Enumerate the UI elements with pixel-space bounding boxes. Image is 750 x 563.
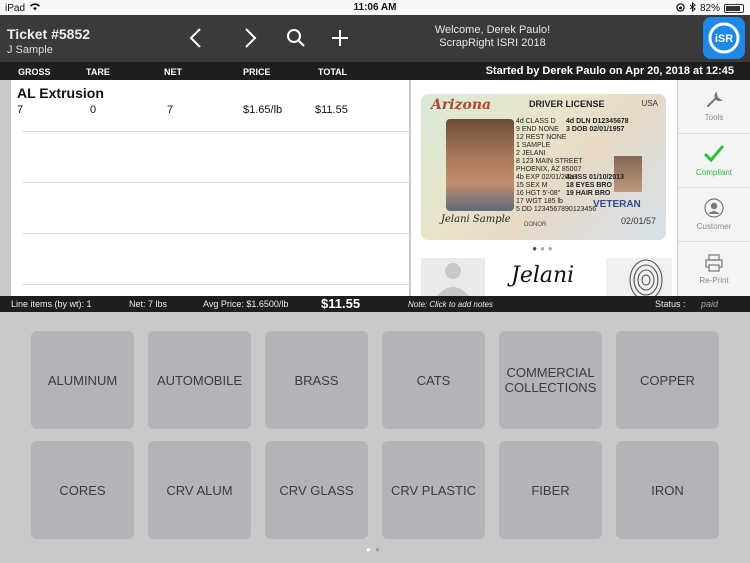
line-item-total: $11.55	[315, 104, 348, 116]
status-label: Status :	[655, 299, 686, 309]
line-item-name: AL Extrusion	[17, 85, 104, 101]
checkmark-icon	[703, 145, 725, 163]
material-category-grid: ALUMINUM AUTOMOBILE BRASS CATS COMMERCIA…	[31, 331, 721, 539]
category-iron[interactable]: IRON	[616, 441, 719, 539]
column-net: NET	[164, 67, 182, 77]
license-veteran: VETERAN	[593, 199, 641, 210]
customer-button[interactable]: Customer	[678, 188, 750, 242]
status-value: paid	[701, 299, 719, 309]
column-total: TOTAL	[318, 67, 348, 77]
fingerprint-thumbnail[interactable]	[606, 258, 672, 301]
wrench-icon	[707, 91, 723, 107]
line-item-net: 7	[167, 104, 174, 116]
row-divider	[22, 233, 409, 234]
previous-ticket-button[interactable]	[180, 23, 210, 53]
clock: 11:06 AM	[353, 2, 397, 13]
customer-photo-thumbnail[interactable]	[421, 258, 485, 296]
line-items-column-header: GROSS TARE NET PRICE TOTAL Started by De…	[0, 62, 750, 80]
line-item-price: $1.65/lb	[243, 104, 283, 116]
category-brass[interactable]: BRASS	[265, 331, 368, 429]
row-divider	[22, 182, 409, 183]
category-aluminum[interactable]: ALUMINUM	[31, 331, 134, 429]
battery-percent: 82%	[699, 3, 720, 14]
category-commercial-collections[interactable]: COMMERCIAL COLLECTIONS	[499, 331, 602, 429]
license-state: Arizona	[431, 97, 492, 113]
bluetooth-icon	[689, 1, 696, 15]
chevron-right-icon	[245, 28, 257, 48]
chevron-left-icon	[189, 28, 201, 48]
category-crv-plastic[interactable]: CRV PLASTIC	[382, 441, 485, 539]
category-crv-glass[interactable]: CRV GLASS	[265, 441, 368, 539]
tools-button[interactable]: Tools	[678, 80, 750, 134]
search-button[interactable]	[281, 23, 311, 53]
category-cores[interactable]: CORES	[31, 441, 134, 539]
category-fiber[interactable]: FIBER	[499, 441, 602, 539]
license-signature: Jelani Sample	[441, 214, 511, 225]
license-date-small: 02/01/57	[621, 216, 657, 226]
column-gross: GROSS	[18, 67, 51, 77]
ticket-title: Ticket #5852	[7, 26, 91, 42]
line-item-gross: 7	[17, 104, 24, 116]
summary-line-items: Line items (by wt): 1	[11, 299, 92, 309]
summary-net: Net: 7 lbs	[129, 299, 168, 309]
category-copper[interactable]: COPPER	[616, 331, 719, 429]
ticket-started-info: Started by Derek Paulo on Apr 20, 2018 a…	[485, 65, 734, 77]
ios-status-bar: iPad 11:06 AM 82%	[0, 0, 750, 15]
photo-pager[interactable]: ●●●	[411, 244, 677, 253]
app-header: Ticket #5852 J Sample Welcome, Derek Pau…	[0, 15, 750, 62]
category-automobile[interactable]: AUTOMOBILE	[148, 331, 251, 429]
orientation-lock-icon	[676, 2, 685, 15]
welcome-message: Welcome, Derek Paulo! ScrapRight ISRI 20…	[400, 24, 585, 50]
battery-icon	[724, 4, 744, 13]
svg-text:iSR: iSR	[715, 33, 733, 45]
tools-label: Tools	[704, 113, 724, 122]
summary-total: $11.55	[321, 296, 361, 311]
next-ticket-button[interactable]	[236, 23, 266, 53]
category-cats[interactable]: CATS	[382, 331, 485, 429]
customer-id-panel: Arizona DRIVER LICENSE USA 4d CLASS D 9 …	[411, 80, 677, 301]
summary-avg-price: Avg Price: $1.6500/lb	[203, 299, 289, 309]
isr-logo-icon: iSR	[708, 22, 740, 54]
row-divider	[22, 284, 409, 285]
app-logo[interactable]: iSR	[703, 17, 745, 59]
column-price: PRICE	[243, 67, 271, 77]
column-tare: TARE	[86, 67, 110, 77]
license-fields-right: 4d DLN D12345678 3 DOB 02/01/1957 4a ISS…	[566, 118, 629, 197]
app-version: ScrapRight ISRI 2018	[439, 37, 546, 49]
plus-icon	[332, 30, 348, 46]
license-country: USA	[641, 99, 658, 108]
signature-thumbnail[interactable]: Jelani	[497, 258, 604, 296]
license-photo	[446, 119, 514, 211]
license-type: DRIVER LICENSE	[529, 99, 605, 109]
row-divider	[22, 131, 409, 132]
category-page-indicator[interactable]: ●●	[0, 545, 750, 554]
add-button[interactable]	[325, 23, 355, 53]
ticket-summary-bar: Line items (by wt): 1 Net: 7 lbs Avg Pri…	[0, 296, 750, 312]
reprint-label: Re-Print	[699, 275, 729, 285]
printer-icon	[705, 253, 723, 272]
fingerprint-icon	[629, 259, 663, 301]
customer-icon	[704, 198, 724, 218]
compliant-label: Compliant	[695, 168, 732, 177]
line-items-panel: AL Extrusion 7 0 7 $1.65/lb $11.55	[11, 80, 409, 296]
customer-label: Customer	[696, 222, 732, 231]
welcome-user: Welcome, Derek Paulo!	[434, 24, 551, 36]
driver-license-image[interactable]: Arizona DRIVER LICENSE USA 4d CLASS D 9 …	[421, 94, 666, 240]
compliant-button[interactable]: Compliant	[678, 134, 750, 188]
add-note-link[interactable]: Note: Click to add notes	[408, 300, 493, 309]
person-placeholder-icon	[437, 263, 469, 296]
license-donor: DONOR	[524, 222, 547, 228]
line-item-tare: 0	[90, 104, 97, 116]
reprint-button[interactable]: Re-Print	[678, 242, 750, 296]
side-action-bar: Tools Compliant Customer Re-Print	[678, 80, 750, 296]
attachment-thumbnails: Jelani	[421, 258, 677, 301]
category-crv-alum[interactable]: CRV ALUM	[148, 441, 251, 539]
ticket-customer-name: J Sample	[7, 44, 53, 56]
search-icon	[287, 29, 305, 47]
